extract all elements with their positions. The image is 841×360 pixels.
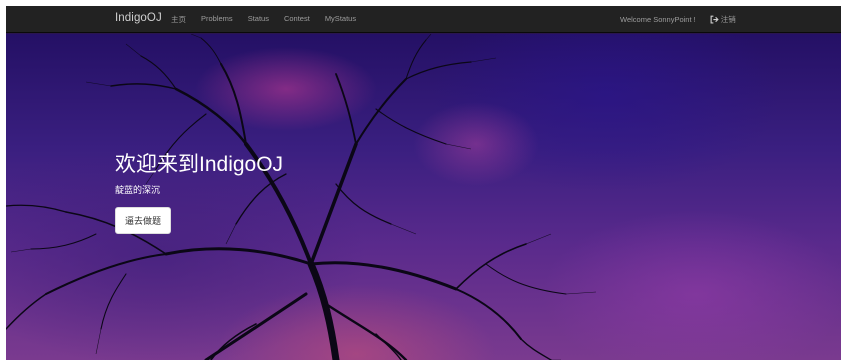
hero-title: 欢迎来到IndigoOJ (115, 153, 284, 176)
brand-link[interactable]: IndigoOJ (115, 12, 162, 24)
hero-jumbotron: 欢迎来到IndigoOJ 靛蓝的深沉 逼去做题 (6, 34, 841, 360)
logout-icon (710, 15, 719, 24)
logout-label: 注销 (720, 15, 736, 24)
page: IndigoOJ 主页 Problems Status Contest MySt… (6, 6, 841, 360)
nav-right: Welcome SonnyPoint ! 注销 (620, 14, 736, 25)
nav-link-status[interactable]: Status (248, 14, 269, 25)
nav-link-home[interactable]: 主页 (171, 14, 186, 25)
go-solve-problems-button[interactable]: 逼去做题 (115, 207, 172, 235)
nav-link-problems[interactable]: Problems (201, 14, 233, 25)
nav-link-contest[interactable]: Contest (284, 14, 310, 25)
nav-link-mystatus[interactable]: MyStatus (325, 14, 356, 25)
nav-links: 主页 Problems Status Contest MyStatus (171, 14, 371, 25)
welcome-user-link[interactable]: Welcome SonnyPoint ! (620, 15, 696, 24)
hero-content: 欢迎来到IndigoOJ 靛蓝的深沉 逼去做题 (115, 152, 284, 235)
hero-subtitle: 靛蓝的深沉 (115, 185, 161, 196)
logout-link[interactable]: 注销 (710, 14, 736, 25)
top-navbar: IndigoOJ 主页 Problems Status Contest MySt… (6, 6, 841, 33)
